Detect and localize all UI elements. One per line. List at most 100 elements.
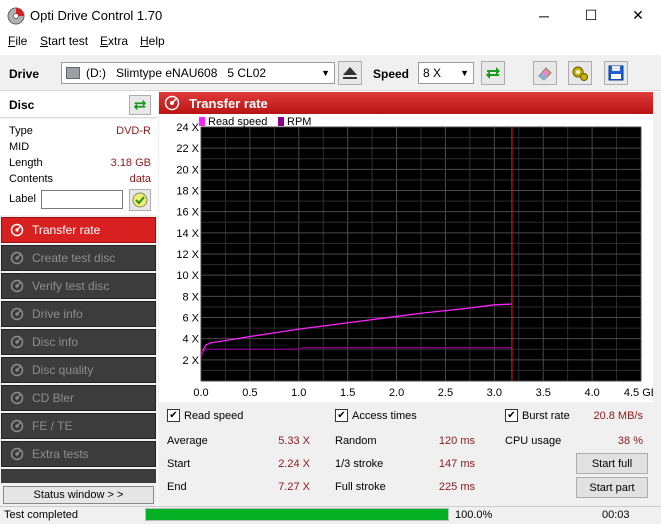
nav-filler xyxy=(1,469,156,483)
drive-icon xyxy=(66,67,80,79)
x-tick-label: 2.0 xyxy=(389,387,404,399)
random-value: 120 ms xyxy=(438,435,475,447)
burst-rate-checkbox[interactable]: ✔ Burst rate xyxy=(505,409,570,422)
nav-drive-info[interactable]: Drive info xyxy=(1,301,156,327)
full-stroke-label: Full stroke xyxy=(335,481,386,493)
legend-label: Read speed xyxy=(208,116,267,128)
erase-button[interactable] xyxy=(533,61,557,85)
eject-button[interactable] xyxy=(338,61,362,85)
disc-icon xyxy=(10,223,24,237)
label-apply-button[interactable] xyxy=(129,189,151,211)
read-speed-checkbox[interactable]: ✔ Read speed xyxy=(167,409,243,422)
settings-button[interactable] xyxy=(568,61,592,85)
drive-name: Slimtype eNAU608 5 CL02 xyxy=(116,66,267,80)
y-tick-label: 18 X xyxy=(176,186,199,198)
speed-label: Speed xyxy=(373,67,410,81)
random-label: Random xyxy=(335,435,377,447)
start-part-button[interactable]: Start part xyxy=(576,477,648,498)
disc-icon xyxy=(10,363,24,377)
progress-fill xyxy=(146,509,448,520)
legend-swatch xyxy=(278,117,284,126)
disc-icon xyxy=(10,391,24,405)
disc-length-label: Length xyxy=(9,157,43,169)
status-window-button[interactable]: Status window > > xyxy=(3,486,154,504)
y-tick-label: 24 X xyxy=(176,122,199,134)
third-stroke-value: 147 ms xyxy=(438,458,475,470)
nav-transfer-rate[interactable]: Transfer rate xyxy=(1,217,156,243)
refresh-speed-button[interactable] xyxy=(481,61,505,85)
app-icon xyxy=(7,7,25,25)
disc-mid-label: MID xyxy=(9,141,30,153)
nav-label: Create test disc xyxy=(32,251,116,265)
refresh-icon xyxy=(486,67,500,79)
nav-label: Verify test disc xyxy=(32,279,110,293)
y-tick-label: 2 X xyxy=(182,355,199,367)
disc-label-input[interactable] xyxy=(41,190,123,209)
save-button[interactable] xyxy=(604,61,628,85)
checkbox-checked-icon: ✔ xyxy=(505,409,518,422)
nav-create-test-disc[interactable]: Create test disc xyxy=(1,245,156,271)
drive-letter: (D:) xyxy=(86,66,106,80)
x-tick-label: 0.5 xyxy=(242,387,257,399)
window-title: Opti Drive Control 1.70 xyxy=(30,8,163,23)
nav-fe-te[interactable]: FE / TE xyxy=(1,413,156,439)
y-tick-label: 10 X xyxy=(176,270,199,282)
full-stroke-value: 225 ms xyxy=(438,481,475,493)
chevron-down-icon: ▼ xyxy=(460,68,469,78)
nav-extra-tests[interactable]: Extra tests xyxy=(1,441,156,467)
legend-label: RPM xyxy=(287,116,311,128)
y-tick-label: 8 X xyxy=(182,291,199,303)
y-tick-label: 4 X xyxy=(182,334,199,346)
nav-disc-info[interactable]: Disc info xyxy=(1,329,156,355)
access-times-label: Access times xyxy=(352,409,417,422)
menu-start-test[interactable]: Start test xyxy=(40,34,88,48)
close-button[interactable]: ✕ xyxy=(615,0,661,31)
nav-label: Drive info xyxy=(32,307,83,321)
menu-help[interactable]: Help xyxy=(140,34,165,48)
nav-label: FE / TE xyxy=(32,419,73,433)
disc-icon xyxy=(10,251,24,265)
nav-verify-test-disc[interactable]: Verify test disc xyxy=(1,273,156,299)
start-label: Start xyxy=(167,458,191,470)
burst-rate-label: Burst rate xyxy=(522,409,570,422)
elapsed-time: 00:03 xyxy=(602,509,630,521)
disc-icon xyxy=(10,335,24,349)
minimize-button[interactable]: ─ xyxy=(521,0,567,31)
cpu-usage-value: 38 % xyxy=(617,435,643,447)
y-tick-label: 6 X xyxy=(182,313,199,325)
nav-label: CD Bler xyxy=(32,391,75,405)
speed-value: 8 X xyxy=(423,66,442,80)
close-icon: ✕ xyxy=(632,7,644,23)
minimize-icon: ─ xyxy=(539,7,549,24)
disc-refresh-button[interactable] xyxy=(129,95,151,115)
speed-select[interactable]: 8 X ▼ xyxy=(418,62,474,84)
disc-title: Disc xyxy=(9,98,35,112)
disc-type-label: Type xyxy=(9,125,33,137)
maximize-button[interactable]: ☐ xyxy=(568,0,614,31)
menu-file[interactable]: File xyxy=(8,34,27,48)
disc-type-value: DVD-R xyxy=(116,125,151,137)
checkbox-checked-icon: ✔ xyxy=(167,409,180,422)
disc-icon xyxy=(10,279,24,293)
burst-rate-value: 20.8 MB/s xyxy=(593,410,643,422)
status-text: Test completed xyxy=(4,509,78,521)
nav-disc-quality[interactable]: Disc quality xyxy=(1,357,156,383)
disc-length-value: 3.18 GB xyxy=(110,157,151,169)
menu-extra[interactable]: Extra xyxy=(100,34,128,48)
y-tick-label: 16 X xyxy=(176,207,199,219)
drive-select[interactable]: (D:) Slimtype eNAU608 5 CL02 ▼ xyxy=(61,62,335,84)
x-tick-label: 4.0 xyxy=(584,387,599,399)
nav-cd-bler[interactable]: CD Bler xyxy=(1,385,156,411)
eject-icon xyxy=(343,67,357,79)
average-value: 5.33 X xyxy=(278,435,310,447)
disc-check-icon xyxy=(132,192,148,208)
y-tick-label: 22 X xyxy=(176,143,199,155)
start-full-button[interactable]: Start full xyxy=(576,453,648,474)
transfer-rate-chart: 2 X 4 X 6 X 8 X 10 X 12 X 14 X 16 X 18 X 20 X 22 X… xyxy=(176,116,653,399)
disc-icon xyxy=(10,419,24,433)
access-times-checkbox[interactable]: ✔ Access times xyxy=(335,409,417,422)
chevron-down-icon: ▼ xyxy=(321,68,330,78)
disc-contents-label: Contents xyxy=(9,173,54,185)
panel-title: Transfer rate xyxy=(159,92,653,114)
end-label: End xyxy=(167,481,187,493)
